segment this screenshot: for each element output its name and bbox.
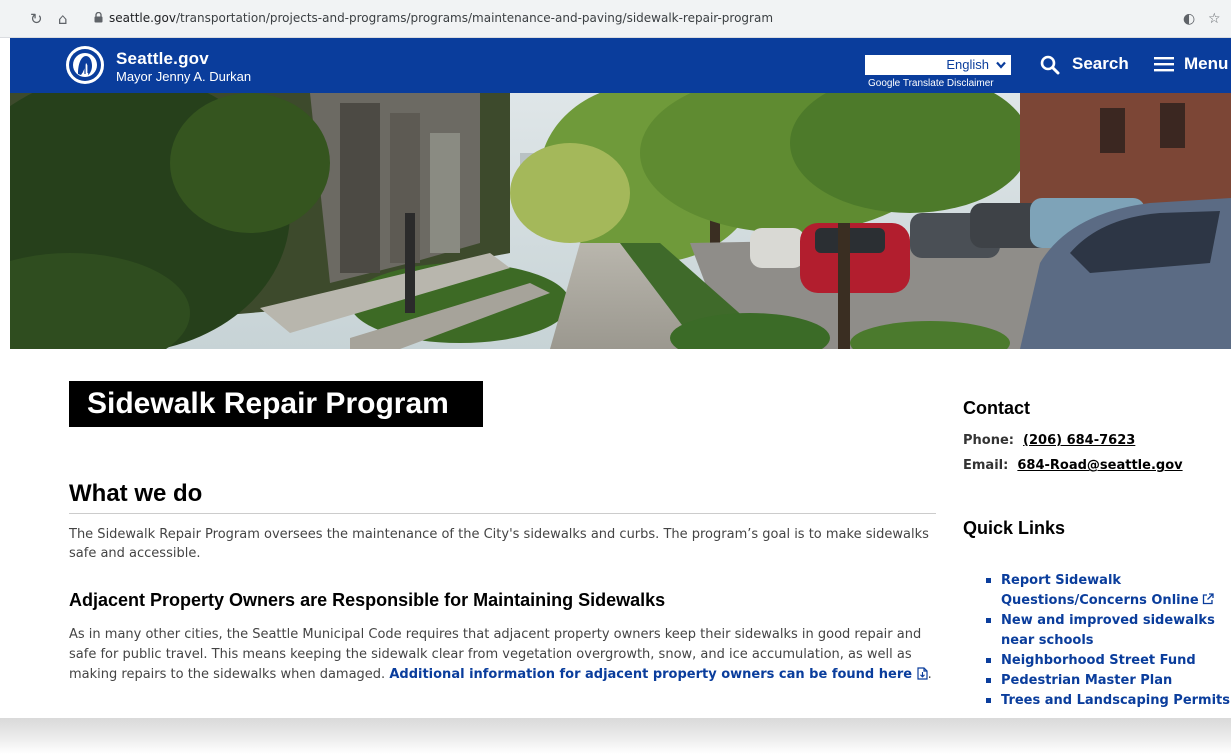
property-owners-paragraph: As in many other cities, the Seattle Mun… xyxy=(69,627,932,682)
page-title-box: Sidewalk Repair Program xyxy=(69,381,483,427)
phone-link[interactable]: (206) 684-7623 xyxy=(1023,433,1135,448)
city-seal-logo[interactable] xyxy=(66,46,104,84)
browser-address-bar: ↻ ⌂ seattle.gov/transportation/projects-… xyxy=(0,0,1231,38)
intro-paragraph: The Sidewalk Repair Program oversees the… xyxy=(69,527,929,561)
hero-image xyxy=(10,93,1231,349)
search-label: Search xyxy=(1072,54,1129,73)
email-label: Email: xyxy=(963,458,1009,473)
quick-link-label: New and improved sidewalks near schools xyxy=(1001,613,1215,648)
document-icon xyxy=(916,667,928,680)
section-divider xyxy=(69,513,936,514)
url-domain: seattle.gov xyxy=(109,11,176,25)
quick-link-neighborhood-street-fund[interactable]: Neighborhood Street Fund xyxy=(985,651,1231,671)
url-field[interactable]: seattle.gov/transportation/projects-and-… xyxy=(109,11,773,25)
translate-disclaimer-link[interactable]: Google Translate Disclaimer xyxy=(868,78,994,89)
url-path: /transportation/projects-and-programs/pr… xyxy=(176,11,774,25)
eye-off-icon[interactable]: ◐ xyxy=(1183,11,1195,27)
property-owners-info-link[interactable]: Additional information for adjacent prop… xyxy=(389,667,928,682)
hamburger-menu-icon xyxy=(1154,57,1174,72)
menu-label: Menu xyxy=(1184,54,1229,73)
brand-subtitle[interactable]: Mayor Jenny A. Durkan xyxy=(116,69,251,84)
language-selected: English xyxy=(946,57,989,72)
menu-button[interactable]: Menu xyxy=(1154,51,1231,77)
property-owners-heading: Adjacent Property Owners are Responsible… xyxy=(69,590,666,610)
quick-link-pedestrian-master-plan[interactable]: Pedestrian Master Plan xyxy=(985,671,1231,691)
quick-link-label: Trees and Landscaping Permits xyxy=(1001,693,1230,708)
quick-link-label: Pedestrian Master Plan xyxy=(1001,673,1173,688)
language-select[interactable]: English xyxy=(865,55,1011,75)
chevron-down-icon xyxy=(996,61,1006,69)
brand-title[interactable]: Seattle.gov xyxy=(116,49,209,69)
page-title: Sidewalk Repair Program xyxy=(87,387,449,420)
site-header: Seattle.gov Mayor Jenny A. Durkan Englis… xyxy=(10,38,1231,93)
contact-heading: Contact xyxy=(963,398,1030,418)
quick-link-trees-landscaping-permits[interactable]: Trees and Landscaping Permits xyxy=(985,691,1231,711)
contact-phone-row: Phone: (206) 684-7623 xyxy=(963,433,1135,448)
quick-links-heading: Quick Links xyxy=(963,518,1066,538)
email-link[interactable]: 684-Road@seattle.gov xyxy=(1017,458,1182,473)
property-owners-info-link-text: Additional information for adjacent prop… xyxy=(389,667,913,682)
quick-link-label: Report Sidewalk Questions/Concerns Onlin… xyxy=(1001,573,1199,608)
phone-label: Phone: xyxy=(963,433,1014,448)
external-link-icon xyxy=(1202,593,1214,605)
bottom-fade xyxy=(0,718,1231,754)
quick-link-sidewalks-near-schools[interactable]: New and improved sidewalks near schools xyxy=(985,611,1231,651)
lock-icon xyxy=(94,12,103,23)
quick-link-report-sidewalk[interactable]: Report Sidewalk Questions/Concerns Onlin… xyxy=(985,571,1231,611)
what-we-do-heading: What we do xyxy=(69,480,203,507)
contact-email-row: Email: 684-Road@seattle.gov xyxy=(963,458,1183,473)
quick-link-label: Neighborhood Street Fund xyxy=(1001,653,1196,668)
reload-icon[interactable]: ↻ xyxy=(30,9,43,29)
sidewalk-photo xyxy=(10,93,1231,349)
quick-links-list: Report Sidewalk Questions/Concerns Onlin… xyxy=(985,571,1231,711)
search-icon xyxy=(1040,55,1060,75)
seal-icon xyxy=(69,49,101,81)
bookmark-star-icon[interactable]: ☆ xyxy=(1208,11,1221,27)
home-icon[interactable]: ⌂ xyxy=(58,9,68,29)
